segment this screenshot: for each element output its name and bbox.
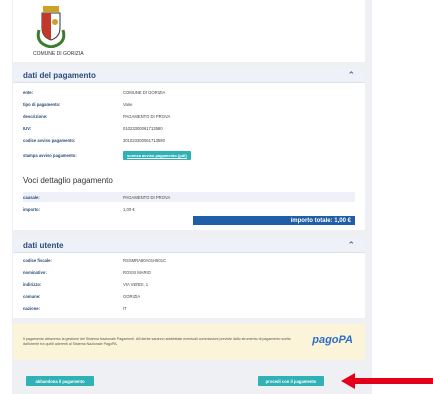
header: COMUNE DI GORIZIA	[13, 0, 365, 62]
chevron-up-icon[interactable]: ⌃	[347, 70, 355, 80]
payment-row: ente: COMUNE DI GORIZIA	[23, 87, 355, 97]
row-label: stampa avviso pagamento:	[23, 152, 77, 158]
pagopa-notice: Il pagamento attraverso la gestione del …	[13, 324, 365, 360]
row-label: codice fiscale:	[23, 257, 52, 263]
download-notice-button[interactable]: scarica avviso pagamento (pdf)	[123, 150, 191, 160]
cancel-payment-button[interactable]: abbandona il pagamento	[26, 376, 94, 386]
row-label: causale:	[23, 194, 40, 200]
row-label: codice avviso pagamento:	[23, 137, 76, 143]
row-label: descrizione:	[23, 113, 48, 119]
notice-text: Il pagamento attraverso la gestione del …	[23, 337, 291, 346]
row-label: comune:	[23, 293, 41, 299]
row-value: ROSSI MARIO	[123, 269, 151, 275]
proceed-payment-button[interactable]: procedi con il pagamento	[258, 376, 324, 386]
row-value: VIA VERDI, 1	[123, 281, 149, 287]
row-label: nominativo:	[23, 269, 47, 275]
row-value: PAGAMENTO DI PROVA	[123, 113, 171, 119]
detail-row: causale: PAGAMENTO DI PROVA	[23, 192, 355, 202]
row-value: 301023300061713580	[123, 137, 165, 143]
row-value: GORIZIA	[123, 293, 141, 299]
user-row: comune: GORIZIA	[23, 291, 355, 301]
user-panel-header[interactable]: dati utente ⌃	[13, 238, 365, 253]
row-label: importo:	[23, 206, 40, 212]
row-value: IT	[123, 305, 127, 311]
user-panel-title: dati utente	[23, 240, 64, 250]
payment-row: descrizione: PAGAMENTO DI PROVA	[23, 111, 355, 121]
user-row: nominativo: ROSSI MARIO	[23, 267, 355, 277]
row-value: Varie	[123, 101, 133, 107]
payment-panel-header[interactable]: dati del pagamento ⌃	[13, 68, 365, 83]
row-label: IUV:	[23, 125, 32, 131]
row-value: COMUNE DI GORIZIA	[123, 89, 166, 95]
pagopa-logo: pagoPA	[312, 334, 353, 346]
user-row: nazione: IT	[23, 303, 355, 313]
payment-row: IUV: 01023300061713580	[23, 123, 355, 133]
detail-panel: Voci dettaglio pagamento causale: PAGAME…	[13, 168, 365, 230]
detail-row: importo: 1,00 €	[23, 204, 355, 214]
payment-row: tipo di pagamento: Varie	[23, 99, 355, 109]
row-value: RSSMRA80A01H501C	[123, 257, 167, 263]
row-value: 01023300061713580	[123, 125, 163, 131]
row-label: indirizzo:	[23, 281, 42, 287]
chevron-up-icon[interactable]: ⌃	[347, 240, 355, 250]
row-label: tipo di pagamento:	[23, 101, 61, 107]
row-value: 1,00 €	[123, 206, 135, 212]
red-arrow-icon	[341, 373, 433, 389]
detail-title: Voci dettaglio pagamento	[23, 176, 113, 185]
row-label: nazione:	[23, 305, 40, 311]
total-amount-bar: importo totale: 1,00 €	[193, 216, 355, 225]
user-row: codice fiscale: RSSMRA80A01H501C	[23, 255, 355, 265]
comune-name: COMUNE DI GORIZIA	[33, 51, 84, 57]
user-panel: dati utente ⌃ codice fiscale: RSSMRA80A0…	[13, 238, 365, 318]
row-label: ente:	[23, 89, 34, 95]
row-value: PAGAMENTO DI PROVA	[123, 194, 171, 200]
user-row: indirizzo: VIA VERDI, 1	[23, 279, 355, 289]
payment-row: codice avviso pagamento: 301023300061713…	[23, 135, 355, 145]
download-row: stampa avviso pagamento: scarica avviso …	[23, 149, 355, 161]
coat-of-arms-icon	[36, 6, 66, 48]
payment-panel-title: dati del pagamento	[23, 70, 96, 80]
payment-panel: dati del pagamento ⌃ ente: COMUNE DI GOR…	[13, 68, 365, 168]
